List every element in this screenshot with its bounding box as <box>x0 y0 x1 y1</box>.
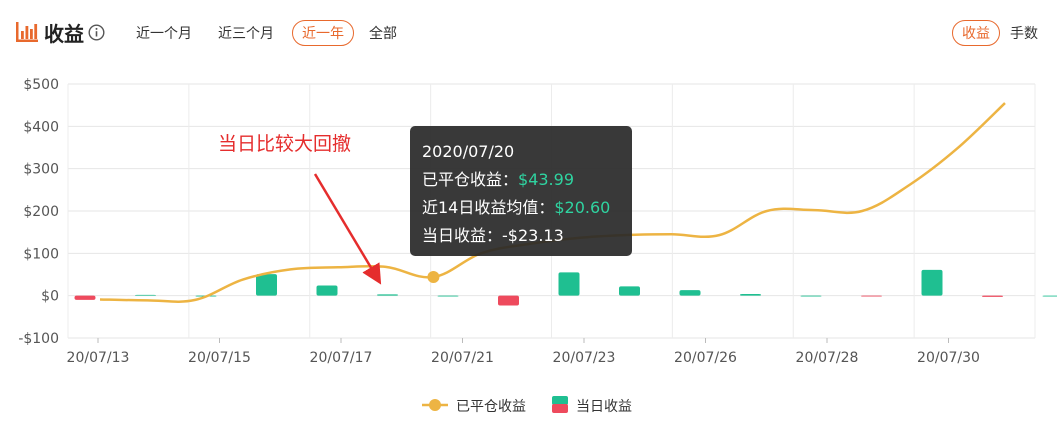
tooltip-date: 2020/07/20 <box>422 142 515 161</box>
tooltip-closed-label: 已平仓收益： <box>422 170 519 189</box>
y-tick-label: $0 <box>41 289 59 305</box>
daily-profit-bar[interactable] <box>256 274 277 296</box>
x-tick-label: 20/07/21 <box>431 350 494 366</box>
daily-profit-bar[interactable] <box>1042 295 1057 297</box>
daily-profit-bar[interactable] <box>921 269 943 296</box>
x-tick-label: 20/07/26 <box>674 350 737 366</box>
legend-label-closed-profit: 已平仓收益 <box>456 399 526 415</box>
legend-line-marker-icon <box>422 399 448 411</box>
tooltip-daily-value: -$23.13 <box>502 226 564 245</box>
x-tick-label: 20/07/23 <box>553 350 616 366</box>
y-tick-label: $200 <box>23 204 59 220</box>
daily-profit-bar[interactable] <box>135 294 156 296</box>
daily-profit-bar[interactable] <box>679 290 701 296</box>
daily-profit-bar[interactable] <box>437 295 459 297</box>
x-tick-label: 20/07/13 <box>67 350 130 366</box>
page-title: 收益 <box>44 22 84 46</box>
drawdown-annotation: 当日比较大回撤 <box>218 133 352 155</box>
tooltip-closed-value: $43.99 <box>518 170 574 189</box>
tooltip-avg-label: 近14日收益均值： <box>422 198 555 217</box>
info-icon[interactable] <box>88 24 105 41</box>
range-tab-1-year[interactable]: 近一年 <box>292 20 354 46</box>
metric-tab-lots[interactable]: 手数 <box>1005 20 1043 46</box>
chart-tooltip: 2020/07/20 已平仓收益：$43.99 近14日收益均值：$20.60 … <box>410 126 632 256</box>
tooltip-row-closed: 已平仓收益：$43.99 <box>422 166 620 194</box>
x-tick-label: 20/07/30 <box>917 350 980 366</box>
y-tick-label: $500 <box>23 77 59 93</box>
tooltip-row-avg: 近14日收益均值：$20.60 <box>422 194 620 222</box>
range-tab-1-month[interactable]: 近一个月 <box>126 20 202 46</box>
tooltip-daily-label: 当日收益： <box>422 226 503 245</box>
range-tab-3-months[interactable]: 近三个月 <box>208 20 284 46</box>
legend-label-daily-profit: 当日收益 <box>576 399 632 415</box>
metric-tab-profit[interactable]: 收益 <box>952 20 1000 46</box>
daily-profit-bar[interactable] <box>377 294 398 296</box>
y-tick-label: $400 <box>23 119 59 135</box>
tooltip-avg-value: $20.60 <box>554 198 611 217</box>
range-tab-all[interactable]: 全部 <box>359 20 407 46</box>
daily-profit-bar[interactable] <box>740 293 761 296</box>
bar-chart-icon <box>16 22 38 42</box>
y-tick-label: $300 <box>23 162 59 178</box>
annotation-arrow <box>313 173 382 285</box>
x-tick-label: 20/07/17 <box>310 350 373 366</box>
tooltip-row-daily: 当日收益：-$23.13 <box>422 222 620 250</box>
closed-profit-point[interactable] <box>427 271 440 284</box>
daily-profit-bar[interactable] <box>800 295 822 297</box>
daily-profit-bar[interactable] <box>558 272 580 296</box>
x-tick-label: 20/07/28 <box>796 350 859 366</box>
legend-bar-marker-icon <box>552 396 568 413</box>
daily-profit-bar[interactable] <box>316 285 338 296</box>
daily-profit-bar[interactable] <box>619 286 640 296</box>
y-tick-label: -$100 <box>18 331 59 347</box>
y-tick-label: $100 <box>23 246 59 262</box>
daily-profit-bar[interactable] <box>982 295 1003 297</box>
daily-profit-bar[interactable] <box>74 295 96 300</box>
chart-header: 收益 近一个月 近三个月 近一年 全部 收益 手数 <box>0 0 1057 64</box>
x-tick-label: 20/07/15 <box>188 350 251 366</box>
daily-profit-bar[interactable] <box>498 295 519 306</box>
daily-profit-bar[interactable] <box>861 295 882 297</box>
